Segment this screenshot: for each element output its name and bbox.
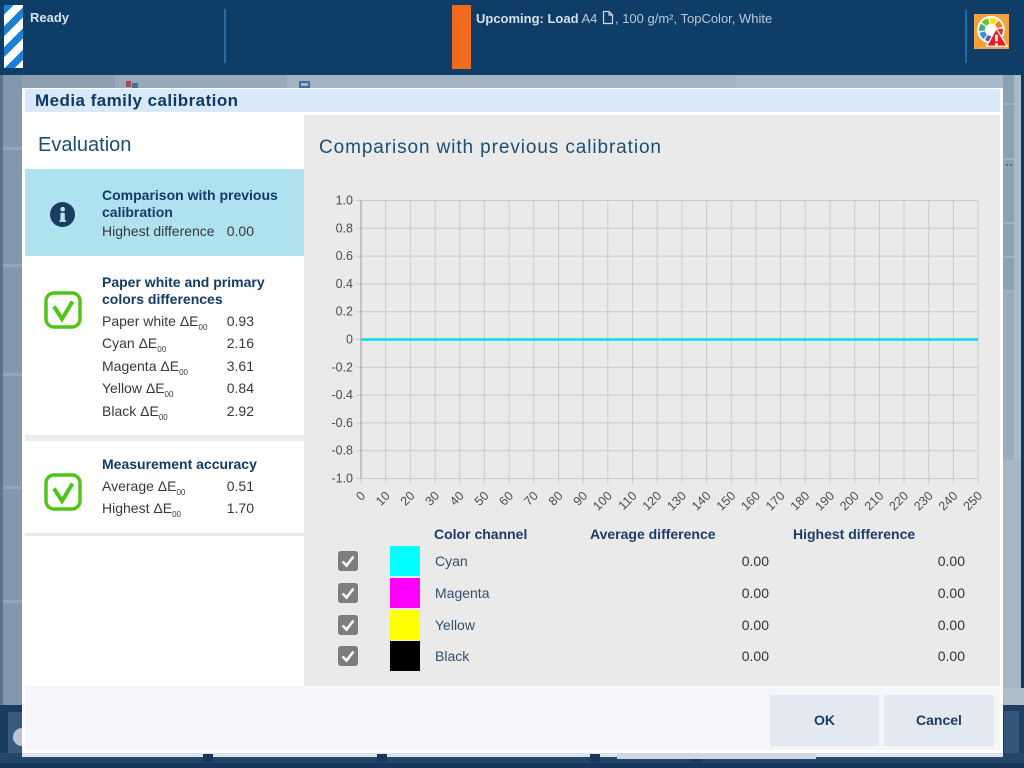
svg-text:220: 220	[886, 489, 911, 514]
svg-text:180: 180	[788, 489, 813, 514]
svg-text:130: 130	[664, 489, 689, 514]
svg-text:0: 0	[346, 333, 353, 347]
svg-text:110: 110	[616, 489, 640, 513]
svg-text:60: 60	[496, 489, 516, 509]
svg-text:150: 150	[714, 489, 739, 514]
svg-text:140: 140	[689, 489, 714, 514]
svg-text:120: 120	[640, 489, 665, 514]
svg-text:100: 100	[590, 489, 615, 514]
svg-text:40: 40	[447, 489, 467, 509]
svg-text:-0.8: -0.8	[331, 444, 353, 458]
svg-text:Comparison with previous calib: Comparison with previous calibration	[319, 137, 662, 158]
svg-text:90: 90	[571, 489, 591, 509]
svg-text:10: 10	[373, 489, 393, 509]
svg-text:50: 50	[472, 489, 492, 509]
svg-text:230: 230	[911, 489, 936, 514]
svg-text:-0.4: -0.4	[331, 388, 353, 402]
svg-text:30: 30	[422, 489, 442, 509]
svg-text:-1.0: -1.0	[331, 472, 353, 486]
svg-text:1.0: 1.0	[336, 194, 353, 208]
svg-text:190: 190	[812, 489, 837, 514]
svg-text:20: 20	[398, 489, 418, 509]
svg-text:170: 170	[763, 489, 788, 514]
svg-text:80: 80	[546, 489, 566, 509]
svg-text:200: 200	[837, 489, 862, 514]
svg-text:0.2: 0.2	[336, 305, 353, 319]
svg-text:-0.2: -0.2	[331, 360, 353, 374]
svg-text:0: 0	[353, 489, 368, 504]
svg-text:210: 210	[862, 489, 887, 514]
svg-text:0.6: 0.6	[336, 249, 353, 263]
svg-text:0.8: 0.8	[336, 221, 353, 235]
svg-text:-0.6: -0.6	[331, 416, 353, 430]
svg-text:250: 250	[961, 489, 986, 514]
svg-text:0.4: 0.4	[336, 277, 353, 291]
svg-text:70: 70	[521, 489, 541, 509]
svg-text:160: 160	[738, 489, 763, 514]
svg-text:240: 240	[936, 489, 961, 514]
